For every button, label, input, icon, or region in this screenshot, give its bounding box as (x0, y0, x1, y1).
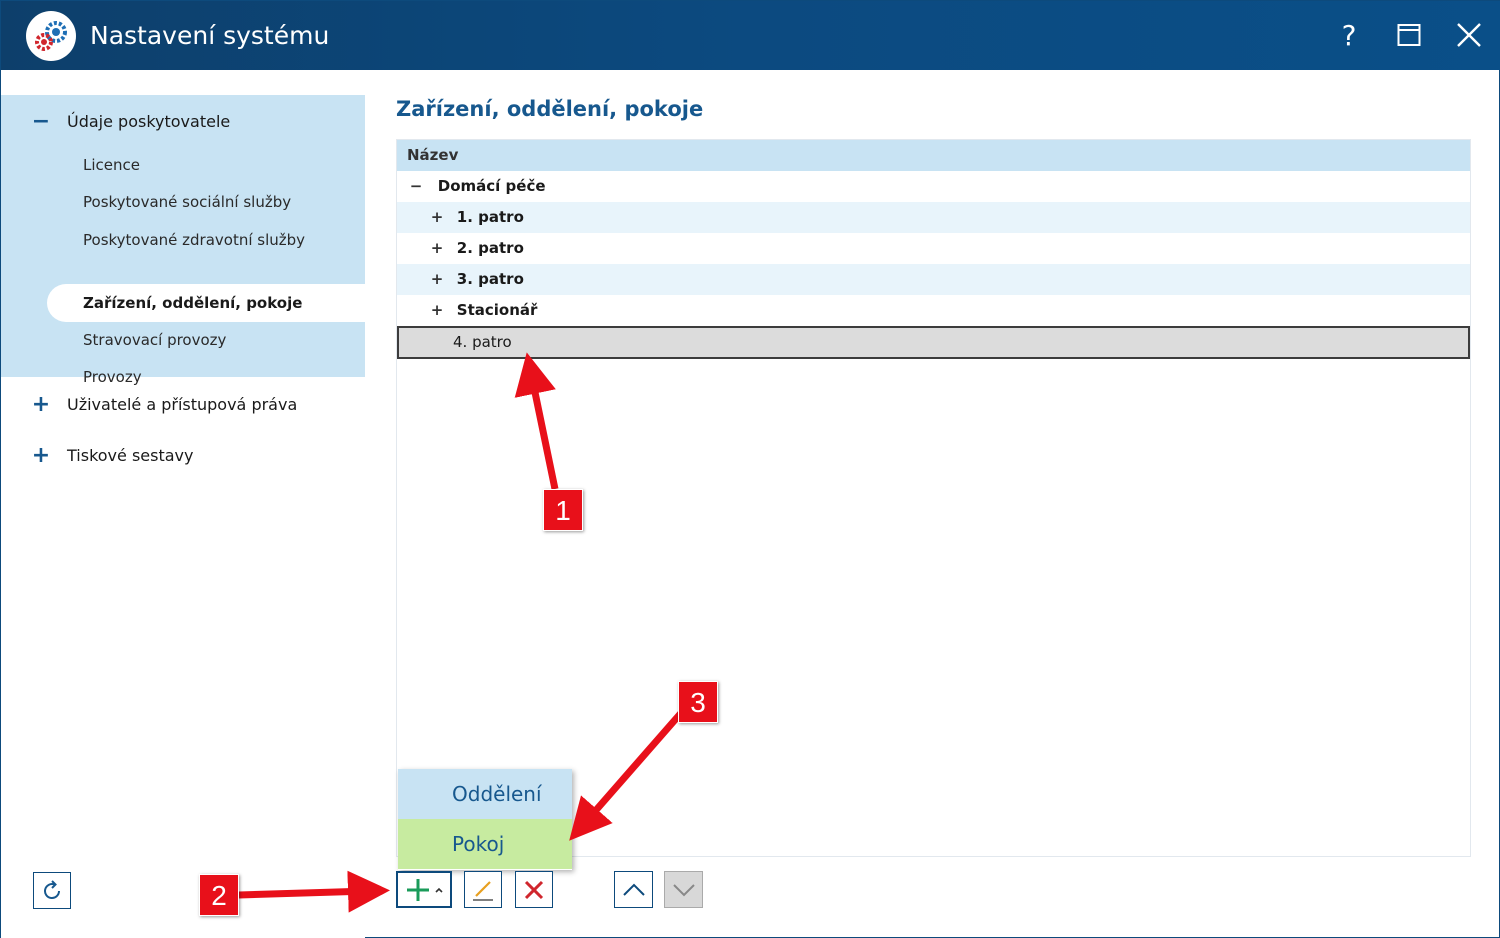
help-icon[interactable]: ? (1329, 15, 1369, 55)
tree-row-2-patro[interactable]: + 2. patro (397, 233, 1470, 264)
add-icon (407, 878, 443, 901)
delete-button[interactable] (515, 871, 553, 908)
expand-icon[interactable]: + (428, 264, 446, 295)
edit-button[interactable] (464, 871, 502, 908)
app-gears-icon (26, 11, 76, 61)
tree-row-1-patro[interactable]: + 1. patro (397, 202, 1470, 233)
sidebar-group-uzivatele[interactable]: + Uživatelé a přístupová práva (1, 384, 365, 424)
annotation-badge-3: 3 (678, 681, 718, 723)
sidebar: − Údaje poskytovatele Licence Poskytovan… (1, 70, 365, 938)
tree-row-3-patro[interactable]: + 3. patro (397, 264, 1470, 295)
close-icon[interactable] (1449, 15, 1489, 55)
sidebar-item-label: Zařízení, oddělení, pokoje (83, 294, 303, 312)
tree-row-4-patro-selected[interactable]: 4. patro (397, 326, 1470, 359)
sidebar-group-label: Uživatelé a přístupová práva (67, 394, 298, 414)
window-title: Nastavení systému (90, 21, 330, 50)
add-dropdown-menu: Oddělení Pokoj (398, 769, 572, 870)
settings-window: Nastavení systému ? − Údaje poskytovatel… (0, 0, 1500, 938)
expand-icon[interactable]: + (1, 392, 67, 417)
sidebar-group-label: Údaje poskytovatele (67, 111, 231, 131)
sidebar-item-zarizeni[interactable]: Zařízení, oddělení, pokoje (47, 284, 365, 322)
edit-icon (473, 880, 493, 901)
move-up-button[interactable] (614, 871, 653, 908)
move-up-icon (622, 883, 645, 896)
sidebar-item-socialni-sluzby[interactable]: Poskytované sociální služby (83, 184, 291, 220)
collapse-icon[interactable]: − (407, 171, 425, 202)
page-title: Zařízení, oddělení, pokoje (396, 97, 704, 121)
maximize-icon[interactable] (1389, 15, 1429, 55)
tree-row-domaci-pece[interactable]: − Domácí péče (397, 171, 1470, 202)
sidebar-group-label: Tiskové sestavy (67, 445, 194, 465)
expand-icon[interactable]: + (428, 233, 446, 264)
tree-row-stacionar[interactable]: + Stacionář (397, 295, 1470, 326)
expand-icon[interactable]: + (428, 295, 446, 326)
annotation-badge-2: 2 (199, 874, 239, 916)
refresh-button[interactable] (33, 872, 71, 909)
sidebar-group-header[interactable]: − Údaje poskytovatele (1, 101, 365, 141)
sidebar-group-udaje: − Údaje poskytovatele Licence Poskytovan… (1, 95, 365, 386)
collapse-icon[interactable]: − (1, 109, 67, 134)
menu-item-oddeleni[interactable]: Oddělení (398, 769, 572, 819)
sidebar-group-tiskove-sestavy[interactable]: + Tiskové sestavy (1, 435, 365, 475)
move-down-button[interactable] (664, 871, 703, 908)
tree-row-label: 4. patro (453, 333, 512, 351)
tree-row-label: Domácí péče (437, 177, 546, 195)
expand-icon[interactable]: + (1, 443, 67, 468)
refresh-icon (44, 879, 61, 899)
move-down-icon (672, 883, 695, 896)
column-header-nazev[interactable]: Název (397, 140, 1470, 171)
menu-item-pokoj[interactable]: Pokoj (398, 819, 572, 869)
sidebar-item-licence[interactable]: Licence (83, 147, 140, 183)
sidebar-item-stravovaci-provozy[interactable]: Stravovací provozy (83, 322, 226, 358)
tree-row-label: 1. patro (456, 208, 524, 226)
tree-row-label: 2. patro (456, 239, 524, 257)
delete-icon (524, 880, 544, 899)
sidebar-item-zdravotni-sluzby[interactable]: Poskytované zdravotní služby (83, 222, 305, 258)
annotation-badge-1: 1 (543, 489, 583, 531)
title-bar: Nastavení systému ? (1, 1, 1500, 70)
expand-icon[interactable]: + (428, 202, 446, 233)
tree-row-label: Stacionář (456, 301, 538, 319)
tree-row-label: 3. patro (456, 270, 524, 288)
add-button[interactable] (396, 871, 452, 908)
